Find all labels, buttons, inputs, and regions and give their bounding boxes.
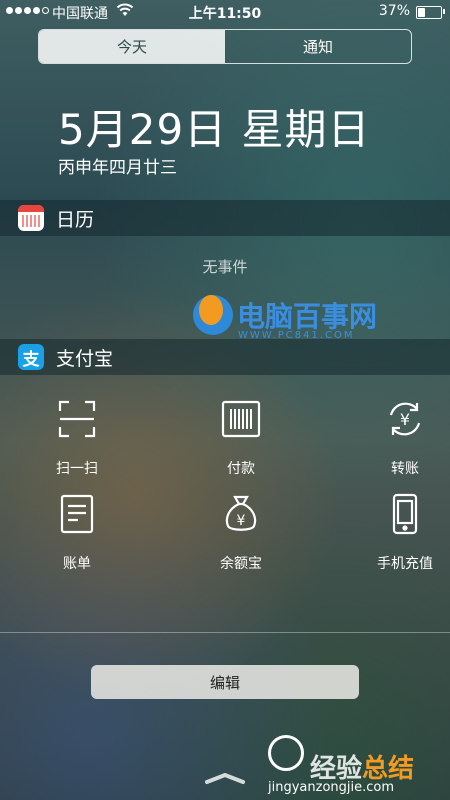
chevron-up-handle[interactable]	[203, 771, 247, 785]
svg-text:¥: ¥	[400, 410, 410, 429]
action-label: 转账	[391, 461, 419, 477]
bottom-watermark-url: jingyanzongjie.com	[268, 780, 395, 795]
scan-icon	[58, 400, 96, 438]
barcode-icon	[221, 400, 261, 438]
watermark-brand: 电脑百事网	[237, 300, 378, 333]
no-events-text: 无事件	[202, 258, 248, 276]
status-bar: 中国联通 上午11:50 37%	[0, 0, 450, 24]
edit-button[interactable]: 编辑	[91, 665, 359, 699]
alipay-widget-header[interactable]: 支 支付宝	[0, 339, 450, 375]
battery-icon	[416, 6, 442, 19]
alipay-action-scan[interactable]: 扫一扫	[22, 398, 132, 478]
svg-text:¥: ¥	[237, 513, 246, 529]
calendar-app-icon	[18, 205, 44, 231]
battery-cap	[443, 9, 445, 14]
money-bag-icon: ¥	[225, 495, 257, 531]
phone-icon	[392, 493, 418, 535]
alipay-action-pay[interactable]: 付款	[186, 398, 296, 478]
action-label: 手机充值	[377, 556, 433, 572]
bill-icon	[60, 494, 94, 534]
calendar-widget-header[interactable]: 日历	[0, 200, 450, 236]
alipay-action-topup[interactable]: 手机充值	[350, 493, 450, 573]
alipay-action-transfer[interactable]: ¥ 转账	[350, 398, 450, 478]
tab-today[interactable]: 今天	[39, 30, 225, 63]
tab-notifications[interactable]: 通知	[225, 30, 411, 63]
action-label: 余额宝	[220, 556, 262, 572]
transfer-icon: ¥	[389, 402, 421, 436]
calendar-widget-title: 日历	[56, 208, 95, 231]
action-label: 扫一扫	[56, 461, 98, 477]
lunar-date: 丙申年四月廿三	[58, 158, 177, 178]
date-heading: 5月29日 星期日	[58, 105, 371, 154]
alipay-widget-title: 支付宝	[56, 347, 114, 370]
action-label: 付款	[227, 461, 255, 477]
alipay-action-yuebao[interactable]: ¥ 余额宝	[186, 493, 296, 573]
alipay-app-icon: 支	[18, 344, 44, 370]
divider	[0, 632, 450, 633]
battery-level	[418, 8, 425, 17]
battery-percent: 37%	[378, 3, 410, 19]
action-label: 账单	[63, 556, 91, 572]
alipay-action-bill[interactable]: 账单	[22, 493, 132, 573]
watermark-logo	[193, 295, 233, 335]
view-switcher: 今天 通知	[38, 29, 412, 64]
watermark: 电脑百事网	[193, 295, 377, 335]
